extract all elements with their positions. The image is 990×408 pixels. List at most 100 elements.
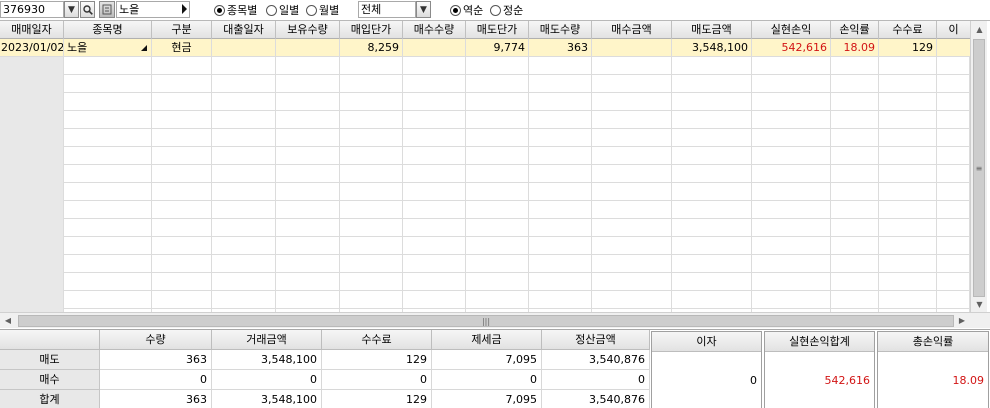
table-row[interactable]: 2023/01/02 노을 현금 8,259 9,774 363 3,548,1…: [0, 39, 970, 57]
empty-cell: [0, 93, 64, 111]
column-header[interactable]: 매도금액: [672, 21, 752, 39]
scroll-down-icon[interactable]: ▼: [971, 296, 988, 312]
scroll-right-icon[interactable]: ▶: [954, 313, 970, 328]
column-header[interactable]: 이: [937, 21, 970, 39]
empty-cell: [529, 129, 592, 147]
empty-cell: [937, 219, 970, 237]
cell-sell-qty[interactable]: 363: [529, 39, 592, 57]
empty-cell: [752, 219, 831, 237]
dropdown-arrow-icon[interactable]: ▼: [64, 1, 79, 18]
empty-cell: [879, 291, 937, 309]
cell-buy-qty[interactable]: [403, 39, 466, 57]
summary-header-fee: 수수료: [322, 330, 432, 350]
cell-sell-amount[interactable]: 3,548,100: [672, 39, 752, 57]
vertical-scroll-thumb[interactable]: ≡: [973, 39, 985, 297]
empty-cell: [64, 183, 152, 201]
empty-cell: [752, 147, 831, 165]
empty-cell: [752, 111, 831, 129]
column-header[interactable]: 매수수량: [403, 21, 466, 39]
cell-name[interactable]: 노을: [64, 39, 152, 57]
empty-cell: [879, 219, 937, 237]
scroll-up-icon[interactable]: ▲: [971, 21, 988, 38]
scroll-left-icon[interactable]: ◀: [0, 313, 16, 328]
empty-cell: [672, 75, 752, 93]
empty-cell: [879, 57, 937, 75]
view-option-by-month[interactable]: 월별: [306, 2, 339, 18]
dropdown-arrow-icon[interactable]: ▼: [416, 1, 431, 18]
cell-fee[interactable]: 129: [879, 39, 937, 57]
empty-cell: [466, 183, 529, 201]
empty-row: [0, 255, 970, 273]
cell-hold-qty[interactable]: [276, 39, 340, 57]
column-header[interactable]: 수수료: [879, 21, 937, 39]
column-header[interactable]: 실현손익: [752, 21, 831, 39]
stock-name-field[interactable]: 노을: [116, 1, 190, 18]
empty-cell: [152, 129, 212, 147]
empty-cell: [0, 291, 64, 309]
horizontal-scrollbar[interactable]: ◀ ||| ▶: [0, 312, 990, 328]
empty-cell: [466, 219, 529, 237]
empty-cell: [403, 165, 466, 183]
empty-cell: [276, 93, 340, 111]
cell-pl-rate[interactable]: 18.09: [831, 39, 879, 57]
empty-cell: [403, 93, 466, 111]
summary-sell-amount: 3,548,100: [212, 350, 322, 370]
empty-cell: [340, 237, 403, 255]
empty-cell: [529, 183, 592, 201]
empty-cell: [0, 219, 64, 237]
empty-cell: [752, 75, 831, 93]
cell-sell-price[interactable]: 9,774: [466, 39, 529, 57]
empty-cell: [152, 93, 212, 111]
empty-cell: [276, 255, 340, 273]
empty-cell: [152, 57, 212, 75]
empty-cell: [937, 237, 970, 255]
view-option-by-day[interactable]: 일별: [266, 2, 299, 18]
sort-option-forward[interactable]: 정순: [490, 2, 523, 18]
search-icon[interactable]: [80, 1, 95, 18]
empty-cell: [592, 57, 672, 75]
empty-cell: [752, 201, 831, 219]
empty-cell: [403, 291, 466, 309]
empty-cell: [879, 129, 937, 147]
sort-option-reverse[interactable]: 역순: [450, 2, 483, 18]
cell-loan-date[interactable]: [212, 39, 276, 57]
summary-sell-qty: 363: [100, 350, 212, 370]
column-header[interactable]: 매도수량: [529, 21, 592, 39]
empty-cell: [152, 165, 212, 183]
column-header[interactable]: 매수금액: [592, 21, 672, 39]
column-header[interactable]: 매매일자: [0, 21, 64, 39]
filter-select[interactable]: 전체: [358, 1, 416, 18]
column-header[interactable]: 보유수량: [276, 21, 340, 39]
cell-extra[interactable]: [937, 39, 970, 57]
empty-row: [0, 183, 970, 201]
empty-cell: [937, 75, 970, 93]
empty-cell: [937, 273, 970, 291]
empty-cell: [466, 273, 529, 291]
empty-cell: [592, 183, 672, 201]
vertical-scrollbar[interactable]: ▲ ≡ ▼: [970, 21, 987, 312]
empty-row: [0, 201, 970, 219]
cell-buy-price[interactable]: 8,259: [340, 39, 403, 57]
empty-cell: [340, 147, 403, 165]
column-header[interactable]: 대출일자: [212, 21, 276, 39]
stock-code-input[interactable]: 376930: [0, 1, 64, 18]
empty-cell: [937, 57, 970, 75]
empty-cell: [64, 273, 152, 291]
column-header[interactable]: 구분: [152, 21, 212, 39]
empty-cell: [529, 201, 592, 219]
cell-buy-amount[interactable]: [592, 39, 672, 57]
column-header[interactable]: 매입단가: [340, 21, 403, 39]
cell-type[interactable]: 현금: [152, 39, 212, 57]
column-header[interactable]: 종목명: [64, 21, 152, 39]
cell-date[interactable]: 2023/01/02: [0, 39, 64, 57]
empty-cell: [879, 111, 937, 129]
column-header[interactable]: 매도단가: [466, 21, 529, 39]
stock-type-icon[interactable]: [99, 1, 115, 18]
empty-cell: [879, 147, 937, 165]
realized-total-header: 실현손익합계: [765, 332, 874, 352]
horizontal-scroll-thumb[interactable]: |||: [18, 315, 954, 327]
cell-realized-pl[interactable]: 542,616: [752, 39, 831, 57]
view-option-by-stock[interactable]: 종목별: [214, 2, 257, 18]
empty-cell: [937, 111, 970, 129]
column-header[interactable]: 손익률: [831, 21, 879, 39]
